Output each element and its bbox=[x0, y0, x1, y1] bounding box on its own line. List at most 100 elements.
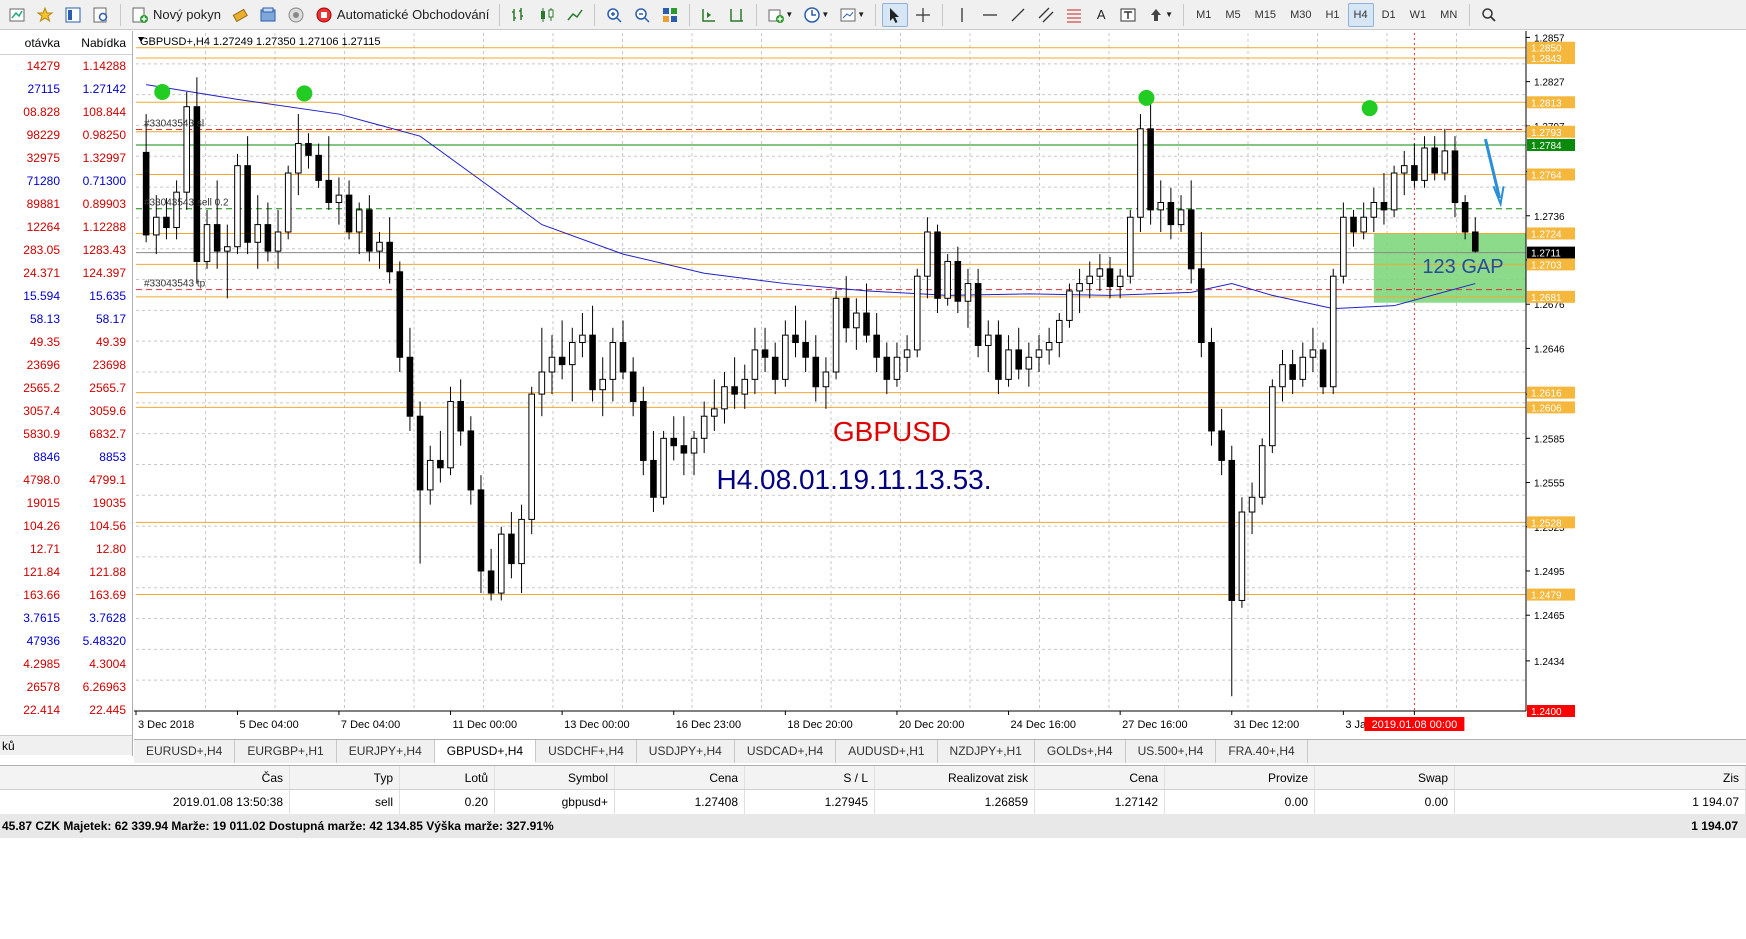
list-item[interactable]: 8846 8853 bbox=[0, 446, 132, 469]
text-tool[interactable]: A bbox=[1089, 3, 1113, 27]
list-item[interactable]: 121.84 121.88 bbox=[0, 561, 132, 584]
trend-line-icon[interactable] bbox=[1005, 3, 1031, 27]
list-item[interactable]: 12264 1.12288 bbox=[0, 216, 132, 239]
list-item[interactable]: 14279 1.14288 bbox=[0, 55, 132, 78]
search-icon[interactable] bbox=[1476, 3, 1502, 27]
vertical-line-icon[interactable] bbox=[949, 3, 975, 27]
column-header[interactable]: Typ bbox=[290, 766, 400, 789]
list-item[interactable]: 27115 1.27142 bbox=[0, 78, 132, 101]
list-item[interactable]: 4798.0 4799.1 bbox=[0, 469, 132, 492]
tab-chart[interactable]: GBPUSD+,H4 bbox=[434, 740, 537, 763]
arrows-icon[interactable]: ▼ bbox=[1143, 3, 1177, 27]
timeframe-h4[interactable]: H4 bbox=[1347, 2, 1374, 27]
line-chart-icon[interactable] bbox=[562, 3, 588, 27]
timeframe-m5[interactable]: M5 bbox=[1219, 3, 1246, 27]
candlestick-icon[interactable] bbox=[534, 3, 560, 27]
tab-chart[interactable]: EURUSD+,H4 bbox=[134, 740, 236, 763]
tab-chart[interactable]: USDCAD+,H4 bbox=[735, 740, 837, 763]
list-item[interactable]: 3.7615 3.7628 bbox=[0, 607, 132, 630]
tab-chart[interactable]: EURJPY+,H4 bbox=[337, 740, 435, 763]
favorites-icon[interactable] bbox=[32, 3, 58, 27]
market-watch-icon[interactable] bbox=[60, 3, 86, 27]
column-header[interactable]: Symbol bbox=[495, 766, 615, 789]
tab-chart[interactable]: EURGBP+,H1 bbox=[235, 740, 337, 763]
column-header[interactable]: Swap bbox=[1315, 766, 1455, 789]
timeframe-w1[interactable]: W1 bbox=[1404, 3, 1433, 27]
column-header[interactable]: Lotů bbox=[400, 766, 495, 789]
list-item[interactable]: 23696 23698 bbox=[0, 354, 132, 377]
list-item[interactable]: 19015 19035 bbox=[0, 492, 132, 515]
zoom-in-icon[interactable] bbox=[601, 3, 627, 27]
list-item[interactable]: 104.26 104.56 bbox=[0, 515, 132, 538]
auto-trading-button[interactable]: Automatické Obchodování bbox=[311, 3, 493, 27]
column-header[interactable]: Zis bbox=[1455, 766, 1746, 789]
bar-chart-icon[interactable] bbox=[506, 3, 532, 27]
tab-chart[interactable]: USDJPY+,H4 bbox=[637, 740, 735, 763]
crosshair-icon[interactable] bbox=[910, 3, 936, 27]
table-row[interactable]: 2019.01.08 13:50:38 sell 0.20 gbpusd+ 1.2740… bbox=[0, 790, 1746, 814]
timeframe-m1[interactable]: M1 bbox=[1190, 3, 1217, 27]
indicators-icon[interactable]: ▼ bbox=[763, 3, 797, 27]
column-header[interactable]: S / L bbox=[745, 766, 875, 789]
tab-chart[interactable]: NZDJPY+,H1 bbox=[938, 740, 1035, 763]
tab-chart[interactable]: USDCHF+,H4 bbox=[536, 740, 637, 763]
market-watch-footer[interactable]: ků bbox=[0, 735, 132, 755]
list-item[interactable]: 5830.9 6832.7 bbox=[0, 423, 132, 446]
list-item[interactable]: 15.594 15.635 bbox=[0, 285, 132, 308]
column-header[interactable]: Provize bbox=[1165, 766, 1315, 789]
chart-window[interactable]: GBPUSD+,H4 1.27249 1.27350 1.27106 1.271… bbox=[134, 31, 1746, 739]
timeframe-mn[interactable]: MN bbox=[1434, 3, 1463, 27]
list-item[interactable]: 58.13 58.17 bbox=[0, 308, 132, 331]
list-item[interactable]: 49.35 49.39 bbox=[0, 331, 132, 354]
timeframe-h1[interactable]: H1 bbox=[1319, 3, 1345, 27]
cursor-icon[interactable] bbox=[882, 2, 909, 27]
horizontal-line-icon[interactable] bbox=[977, 3, 1003, 27]
list-item[interactable]: 283.05 1283.43 bbox=[0, 239, 132, 262]
candle-body bbox=[1066, 290, 1073, 321]
periods-icon[interactable]: ▼ bbox=[799, 3, 833, 27]
metaeditor-icon[interactable] bbox=[227, 3, 253, 27]
tab-chart[interactable]: FRA.40+,H4 bbox=[1216, 740, 1308, 763]
new-chart-icon[interactable] bbox=[4, 3, 30, 27]
tab-chart[interactable]: GOLDs+,H4 bbox=[1035, 740, 1126, 763]
column-header[interactable]: Realizovat zisk bbox=[875, 766, 1035, 789]
column-header[interactable]: Cena bbox=[1035, 766, 1165, 789]
timeframe-m30[interactable]: M30 bbox=[1284, 3, 1317, 27]
list-item[interactable]: 12.71 12.80 bbox=[0, 538, 132, 561]
signals-icon[interactable] bbox=[283, 3, 309, 27]
list-item[interactable]: 163.66 163.69 bbox=[0, 584, 132, 607]
list-item[interactable]: 08.828 108.844 bbox=[0, 101, 132, 124]
tab-chart[interactable]: AUDUSD+,H1 bbox=[836, 740, 938, 763]
channel-icon[interactable] bbox=[1033, 3, 1059, 27]
new-order-button[interactable]: Nový pokyn bbox=[127, 3, 225, 27]
bid-column-header[interactable]: otávka bbox=[0, 31, 66, 54]
list-item[interactable]: 3057.4 3059.6 bbox=[0, 400, 132, 423]
list-item[interactable]: 98229 0.98250 bbox=[0, 124, 132, 147]
timeframe-m15[interactable]: M15 bbox=[1249, 3, 1282, 27]
candle-body bbox=[274, 231, 282, 252]
templates-icon[interactable]: ▼ bbox=[835, 3, 869, 27]
list-item[interactable]: 24.371 124.397 bbox=[0, 262, 132, 285]
list-item[interactable]: 22.414 22.445 bbox=[0, 699, 132, 722]
list-item[interactable]: 2565.2 2565.7 bbox=[0, 377, 132, 400]
tab-chart[interactable]: US.500+,H4 bbox=[1126, 740, 1217, 763]
list-item[interactable]: 71280 0.71300 bbox=[0, 170, 132, 193]
tile-windows-icon[interactable] bbox=[657, 3, 683, 27]
fibonacci-icon[interactable] bbox=[1061, 3, 1087, 27]
chart-shift-icon[interactable] bbox=[724, 3, 750, 27]
list-item[interactable]: 26578 6.26963 bbox=[0, 676, 132, 699]
column-header[interactable]: Čas bbox=[0, 766, 290, 789]
history-icon[interactable] bbox=[255, 3, 281, 27]
list-item[interactable]: 4.2985 4.3004 bbox=[0, 653, 132, 676]
text-label-icon[interactable] bbox=[1115, 3, 1141, 27]
timeframe-d1[interactable]: D1 bbox=[1376, 3, 1402, 27]
list-item[interactable]: 47936 5.48320 bbox=[0, 630, 132, 653]
list-item[interactable]: 89881 0.89903 bbox=[0, 193, 132, 216]
zoom-out-icon[interactable] bbox=[629, 3, 655, 27]
auto-scroll-icon[interactable] bbox=[696, 3, 722, 27]
navigator-icon[interactable] bbox=[88, 3, 114, 27]
list-item[interactable]: 32975 1.32997 bbox=[0, 147, 132, 170]
column-header[interactable]: Cena bbox=[615, 766, 745, 789]
price-chart[interactable]: GBPUSD+,H4 1.27249 1.27350 1.27106 1.271… bbox=[134, 31, 1746, 739]
ask-column-header[interactable]: Nabídka bbox=[66, 31, 132, 54]
